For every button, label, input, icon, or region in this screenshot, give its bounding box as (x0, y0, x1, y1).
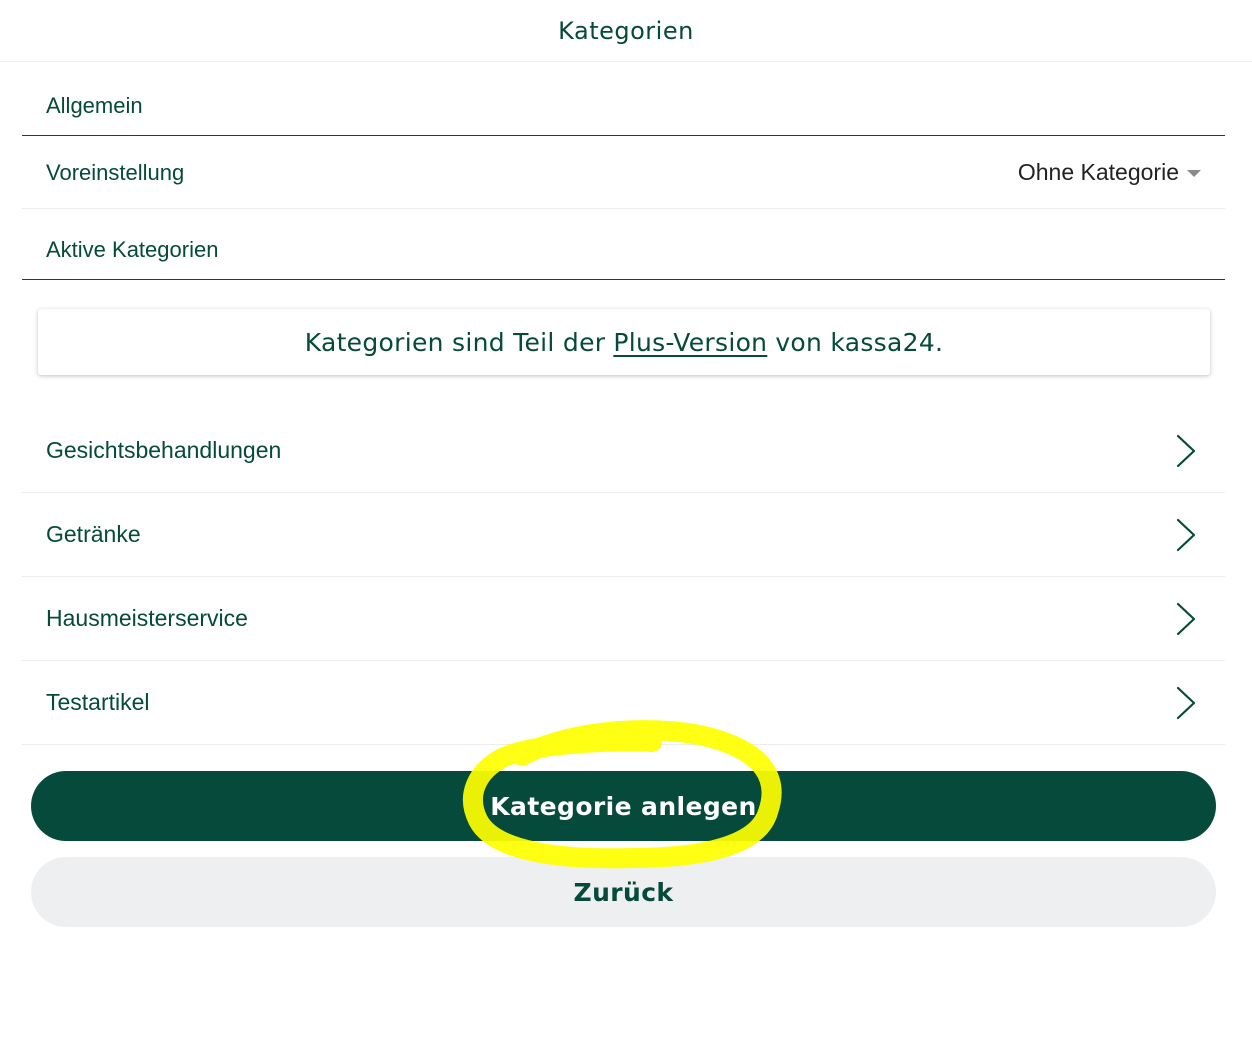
section-header-active-label: Aktive Kategorien (46, 236, 219, 262)
chevron-right-icon (1176, 602, 1196, 635)
section-header-active: Aktive Kategorien (22, 220, 1225, 280)
plus-version-notice: Kategorien sind Teil der Plus-Version vo… (38, 309, 1210, 375)
notice-text-before: Kategorien sind Teil der (304, 327, 606, 357)
back-button[interactable]: Zurück (31, 857, 1216, 927)
category-row-gesichtsbehandlungen[interactable]: Gesichtsbehandlungen (22, 409, 1225, 493)
category-row-getraenke[interactable]: Getränke (22, 493, 1225, 577)
category-list: Gesichtsbehandlungen Getränke Hausmeiste… (22, 409, 1225, 745)
category-row-hausmeisterservice[interactable]: Hausmeisterservice (22, 577, 1225, 661)
category-label: Gesichtsbehandlungen (46, 437, 282, 463)
chevron-right-icon (1176, 518, 1196, 551)
category-label: Hausmeisterservice (46, 605, 248, 631)
section-header-general: Allgemein (22, 76, 1225, 136)
preset-dropdown-value: Ohne Kategorie (1017, 159, 1179, 185)
category-label: Testartikel (46, 689, 150, 715)
preset-label: Voreinstellung (46, 159, 185, 185)
preset-dropdown[interactable]: Ohne Kategorie (1018, 159, 1201, 186)
caret-down-icon (1187, 170, 1201, 177)
category-label: Getränke (46, 521, 141, 547)
preset-setting-row: Voreinstellung Ohne Kategorie (22, 137, 1225, 209)
category-row-testartikel[interactable]: Testartikel (22, 661, 1225, 745)
section-header-general-label: Allgemein (46, 92, 143, 118)
plus-version-link[interactable]: Plus-Version (613, 328, 767, 357)
page-title: Kategorien (0, 0, 1252, 62)
chevron-right-icon (1176, 686, 1196, 719)
categories-page: Kategorien Allgemein Voreinstellung Ohne… (0, 0, 1252, 1038)
chevron-right-icon (1176, 434, 1196, 467)
create-category-button[interactable]: Kategorie anlegen (31, 771, 1216, 841)
notice-text-after: von kassa24. (775, 327, 944, 357)
